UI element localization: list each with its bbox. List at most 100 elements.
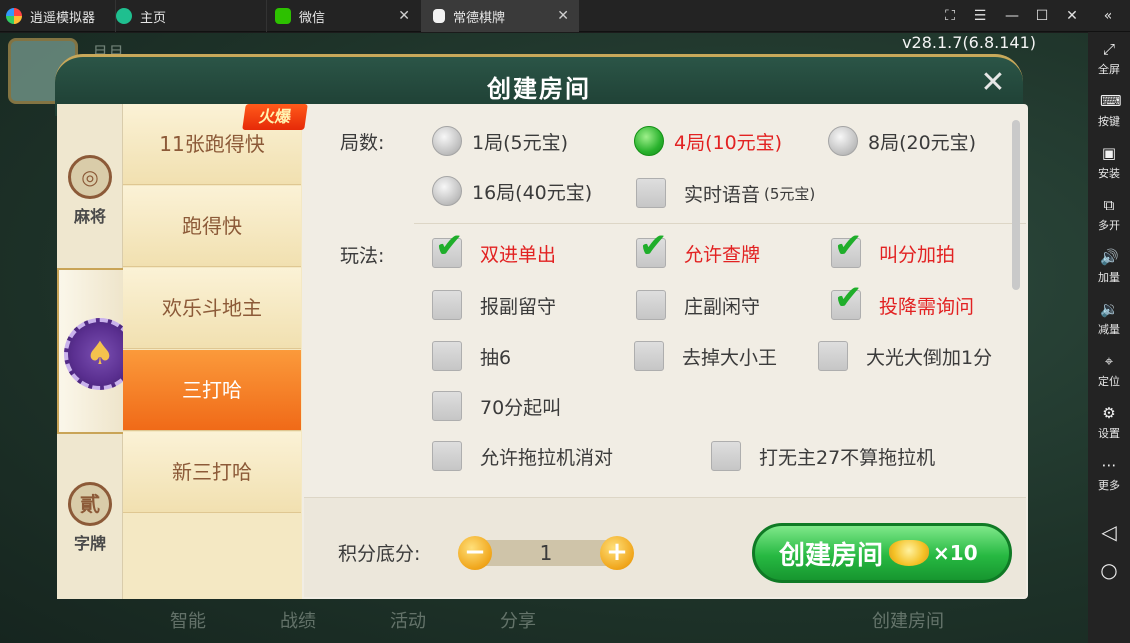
game-list: 11张跑得快 跑得快 欢乐斗地主 三打哈 新三打哈 [123, 104, 302, 599]
more-icon: ⋯ [1101, 456, 1117, 474]
sidebar-label: 更多 [1098, 479, 1120, 492]
sidebar-label: 全屏 [1098, 63, 1120, 76]
option-label: 允许拖拉机消对 [480, 446, 614, 469]
rule-option[interactable]: 70分起叫 [432, 391, 561, 421]
sidebar-keymap[interactable]: ⌨ 按键 [1088, 92, 1130, 129]
voice-chat-checkbox[interactable]: 实时语音 (5元宝) [636, 178, 815, 208]
emulator-sidebar: ⤢ 全屏 ⌨ 按键 ▣ 安装 ⧉ 多开 🔊 加量 🔉 减量 ⌖ 定位 ⚙ 设置 … [1088, 32, 1130, 643]
option-label: 1局(5元宝) [472, 131, 569, 154]
sidebar-label: 多开 [1098, 219, 1120, 232]
collapse-sidebar-icon[interactable]: « [1098, 6, 1118, 26]
maximize-icon[interactable]: ☐ [1032, 6, 1052, 26]
game-item-sandaha[interactable]: 三打哈 [123, 350, 301, 431]
bg-menu-item: 创建房间 [872, 611, 944, 632]
rule-option[interactable]: ✔ 双进单出 [432, 229, 556, 268]
sidebar-label: 减量 [1098, 323, 1120, 336]
rule-option[interactable]: 抽6 [432, 341, 511, 371]
tab-label: 常德棋牌 [453, 10, 506, 26]
rounds-option-16[interactable]: 16局(40元宝) [432, 176, 592, 206]
bg-menu-item: 战绩 [280, 611, 316, 632]
base-score-label: 积分底分: [338, 543, 421, 565]
fullscreen-icon: ⤢ [1102, 40, 1115, 58]
rule-option[interactable]: 打无主27不算拖拉机 [711, 441, 935, 471]
rule-option[interactable]: 去掉大小王 [634, 341, 777, 371]
close-tab-icon[interactable]: ✕ [557, 8, 569, 24]
checkmark-icon: ✔ [435, 226, 464, 266]
rounds-option-1[interactable]: 1局(5元宝) [432, 126, 568, 156]
decrease-button[interactable]: − [458, 536, 492, 570]
option-label: 庄副闲守 [684, 295, 761, 318]
screenshot-icon[interactable]: ⛶ [940, 6, 960, 26]
option-label: 16局(40元宝) [472, 181, 593, 204]
option-label: 大光大倒加1分 [866, 346, 993, 369]
option-label: 4局(10元宝) [674, 131, 783, 154]
rule-option[interactable]: 庄副闲守 [636, 290, 760, 320]
sidebar-label: 安装 [1098, 167, 1120, 180]
location-icon: ⌖ [1104, 352, 1114, 370]
checkbox-icon [432, 441, 462, 471]
checkbox-checked-icon: ✔ [831, 281, 863, 320]
sidebar-install[interactable]: ▣ 安装 [1088, 144, 1130, 181]
menu-icon[interactable]: ☰ [970, 6, 990, 26]
sidebar-label: 定位 [1098, 375, 1120, 388]
option-label: 允许查牌 [684, 243, 761, 266]
sidebar-label: 按键 [1098, 115, 1120, 128]
rule-option[interactable]: ✔ 叫分加拍 [831, 229, 956, 268]
game-item-doudizhu[interactable]: 欢乐斗地主 [123, 268, 301, 349]
rule-option[interactable]: 报副留守 [432, 290, 556, 320]
emulator-app-label: 逍遥模拟器 [6, 0, 106, 32]
sidebar-location[interactable]: ⌖ 定位 [1088, 352, 1130, 389]
sidebar-more[interactable]: ⋯ 更多 [1088, 456, 1130, 493]
rule-option[interactable]: ✔ 允许查牌 [636, 229, 761, 268]
multi-instance-icon: ⧉ [1103, 196, 1115, 214]
sidebar-fullscreen[interactable]: ⤢ 全屏 [1088, 40, 1130, 77]
minimize-icon[interactable]: — [1002, 6, 1022, 26]
sidebar-multi-instance[interactable]: ⧉ 多开 [1088, 196, 1130, 233]
keyboard-icon: ⌨ [1100, 92, 1122, 110]
rounds-option-8[interactable]: 8局(20元宝) [828, 126, 976, 156]
sidebar-settings[interactable]: ⚙ 设置 [1088, 404, 1130, 441]
dialog-title: 创建房间 [487, 75, 591, 103]
game-tab-icon [433, 9, 445, 23]
close-window-icon[interactable]: ✕ [1062, 6, 1082, 26]
option-note: (5元宝) [764, 184, 816, 203]
zipai-icon: 貳 [68, 482, 112, 526]
rounds-option-4[interactable]: 4局(10元宝) [634, 126, 782, 156]
option-label: 叫分加拍 [879, 243, 956, 266]
settings-icon: ⚙ [1102, 404, 1116, 422]
tab-game[interactable]: 常德棋牌 ✕ [421, 0, 579, 32]
bg-menu-item: 分享 [500, 611, 536, 632]
category-label: 麻将 [73, 207, 106, 226]
rule-option[interactable]: ✔ 投降需询问 [831, 281, 974, 320]
sidebar-volume-up[interactable]: 🔊 加量 [1088, 248, 1130, 285]
tab-wechat[interactable]: 微信 ✕ [266, 0, 420, 32]
category-zipai[interactable]: 貳 字牌 [57, 482, 123, 554]
tab-label: 微信 [299, 10, 326, 26]
tab-home[interactable]: 主页 [115, 0, 265, 32]
checkbox-checked-icon: ✔ [636, 229, 668, 268]
increase-button[interactable]: + [600, 536, 634, 570]
close-tab-icon[interactable]: ✕ [398, 8, 410, 24]
app-name: 逍遥模拟器 [30, 10, 96, 26]
version-label: v28.1.7(6.8.141) [902, 33, 1036, 52]
category-mahjong[interactable]: ◎ 麻将 [57, 155, 123, 227]
rule-option[interactable]: 允许拖拉机消对 [432, 441, 613, 471]
gold-ingot-icon [889, 540, 930, 566]
volume-up-icon: 🔊 [1100, 248, 1119, 266]
create-room-label: 创建房间 [779, 540, 884, 571]
nav-back-button[interactable]: ◁ [1088, 520, 1130, 544]
checkbox-icon [636, 290, 666, 320]
game-item-paodekuai[interactable]: 跑得快 [123, 186, 301, 267]
mahjong-icon: ◎ [68, 155, 112, 199]
checkmark-icon: ✔ [834, 278, 863, 318]
game-item-new-sandaha[interactable]: 新三打哈 [123, 432, 301, 513]
nav-home-button[interactable]: ○ [1088, 558, 1130, 582]
close-dialog-button[interactable]: ✕ [976, 67, 1010, 101]
rule-option[interactable]: 大光大倒加1分 [818, 341, 992, 371]
checkbox-icon [818, 341, 848, 371]
hot-badge: 火爆 [242, 104, 308, 130]
create-room-button[interactable]: 创建房间 ×10 [752, 523, 1012, 583]
emulator-titlebar: 逍遥模拟器 主页 微信 ✕ 常德棋牌 ✕ ⛶ ☰ — ☐ ✕ « [0, 0, 1130, 32]
sidebar-volume-down[interactable]: 🔉 减量 [1088, 300, 1130, 337]
options-scrollbar[interactable] [1012, 120, 1020, 290]
